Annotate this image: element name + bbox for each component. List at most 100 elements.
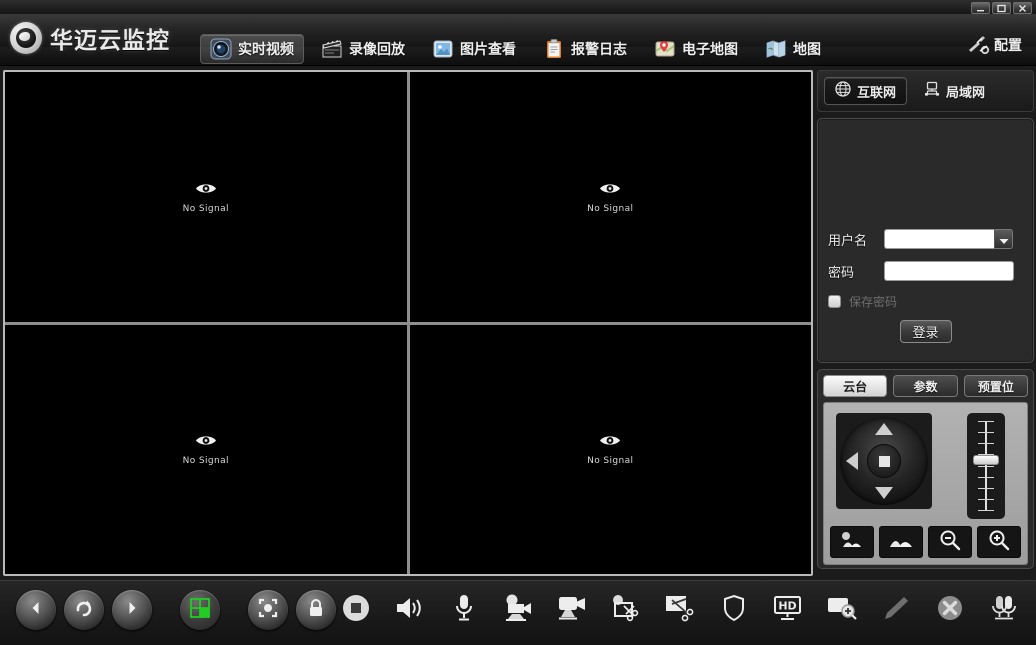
eye-icon xyxy=(195,180,217,199)
refresh-arrow-icon xyxy=(74,598,94,622)
folded-map-icon xyxy=(765,38,787,60)
tab-label: 互联网 xyxy=(857,85,897,101)
fullscreen-icon xyxy=(257,597,279,623)
screen-zoom-icon xyxy=(826,595,858,625)
tools-icon xyxy=(966,34,990,56)
minimize-button[interactable] xyxy=(971,2,990,14)
video-cell-2[interactable]: No Signal xyxy=(409,72,811,322)
clipboard-icon xyxy=(543,38,565,60)
record-camera-button[interactable] xyxy=(498,590,538,630)
password-input[interactable] xyxy=(884,261,1014,281)
lock-icon xyxy=(307,598,325,622)
hd-stream-button[interactable]: HD xyxy=(768,590,808,630)
bottom-toolbar: HD xyxy=(0,580,1036,645)
nav-item-alarm-log[interactable]: 报警日志 xyxy=(533,34,637,64)
auto-switch-button[interactable] xyxy=(64,590,104,630)
config-button[interactable]: 配置 xyxy=(966,34,1022,56)
ptz-tab-ptz[interactable]: 云台 xyxy=(823,375,888,397)
previous-page-button[interactable] xyxy=(16,590,56,630)
screen-cut-button[interactable] xyxy=(660,590,700,630)
save-password-label: 保存密码 xyxy=(849,295,898,309)
video-cell-4[interactable]: No Signal xyxy=(409,324,811,574)
username-input[interactable] xyxy=(884,229,994,249)
video-cell-1[interactable]: No Signal xyxy=(5,72,407,322)
fullscreen-button[interactable] xyxy=(248,590,288,630)
iris-button[interactable] xyxy=(830,526,874,558)
ptz-up-button[interactable] xyxy=(875,423,893,435)
username-dropdown-button[interactable] xyxy=(994,229,1013,249)
password-label: 密码 xyxy=(828,265,855,281)
next-page-button[interactable] xyxy=(112,590,152,630)
login-panel: 用户名 密码 保存密码 登录 xyxy=(817,118,1034,363)
ptz-left-button[interactable] xyxy=(846,452,858,470)
video-status-label: No Signal xyxy=(182,203,229,214)
layout-grid-button[interactable] xyxy=(180,590,220,630)
picture-icon xyxy=(432,38,454,60)
login-button[interactable]: 登录 xyxy=(899,320,952,343)
ptz-speed-thumb[interactable] xyxy=(973,454,999,465)
maximize-button[interactable] xyxy=(992,2,1011,14)
svg-text:HD: HD xyxy=(778,600,796,613)
pencil-icon xyxy=(882,595,910,625)
ptz-stop-button[interactable] xyxy=(867,444,901,478)
eye-icon xyxy=(599,432,621,451)
focus-button[interactable] xyxy=(879,526,923,558)
shield-icon xyxy=(722,594,746,626)
camera-lens-icon xyxy=(210,38,232,60)
nav-item-map[interactable]: 地图 xyxy=(755,34,831,64)
nav-item-playback[interactable]: 录像回放 xyxy=(311,34,415,64)
nav-item-emap[interactable]: 电子地图 xyxy=(644,34,748,64)
app-header: 华迈云监控 实时视频 录像回放 图片查看 报警日志 电子地图 地图 配置 xyxy=(0,14,1036,66)
nav-item-picture-view[interactable]: 图片查看 xyxy=(422,34,526,64)
ptz-panel: 云台 参数 预置位 xyxy=(817,369,1034,569)
audio-button[interactable] xyxy=(390,590,430,630)
ptz-speed-slider[interactable] xyxy=(967,413,1005,519)
video-status-label: No Signal xyxy=(587,203,634,214)
microphone-icon xyxy=(454,593,474,627)
talk-button[interactable] xyxy=(444,590,484,630)
globe-icon xyxy=(835,81,851,101)
logo-mark-icon xyxy=(10,22,42,54)
stop-all-button[interactable] xyxy=(336,590,376,630)
speaker-icon xyxy=(395,595,425,625)
ptz-tab-preset[interactable]: 预置位 xyxy=(963,375,1028,397)
close-button[interactable] xyxy=(1013,2,1032,14)
ptz-down-button[interactable] xyxy=(875,487,893,499)
app-logo: 华迈云监控 xyxy=(10,21,170,55)
eye-icon xyxy=(599,180,621,199)
lock-button[interactable] xyxy=(296,590,336,630)
tab-internet[interactable]: 互联网 xyxy=(824,77,908,105)
ptz-tab-params[interactable]: 参数 xyxy=(893,375,958,397)
zoom-in-icon xyxy=(988,529,1010,555)
ptz-dpad xyxy=(836,413,932,509)
snapshot-cut-button[interactable] xyxy=(606,590,646,630)
guard-button[interactable] xyxy=(714,590,754,630)
login-fields: 用户名 密码 保存密码 登录 xyxy=(818,229,1033,343)
nav-label: 地图 xyxy=(793,42,821,58)
video-cell-3[interactable]: No Signal xyxy=(5,324,407,574)
monitor-scissors-icon xyxy=(664,593,696,627)
zoom-in-button[interactable] xyxy=(977,526,1021,558)
video-grid-container: No Signal No Signal No Signal No Signal xyxy=(3,70,813,576)
nav-label: 报警日志 xyxy=(571,42,627,58)
main-nav: 实时视频 录像回放 图片查看 报警日志 电子地图 地图 xyxy=(200,34,838,64)
close-all-button[interactable] xyxy=(930,590,970,630)
emap-pin-icon xyxy=(654,38,676,60)
hd-monitor-icon: HD xyxy=(772,594,804,626)
nav-label: 电子地图 xyxy=(682,42,738,58)
digital-zoom-button[interactable] xyxy=(822,590,862,630)
multi-talk-button[interactable] xyxy=(984,590,1024,630)
window-controls xyxy=(971,2,1032,14)
draw-button[interactable] xyxy=(876,590,916,630)
clapperboard-icon xyxy=(321,38,343,60)
tab-lan[interactable]: 局域网 xyxy=(913,77,996,105)
nav-item-live-video[interactable]: 实时视频 xyxy=(200,34,304,64)
title-bar xyxy=(0,0,1036,14)
toolbar-main-group: HD xyxy=(336,590,1036,630)
ptz-lens-buttons xyxy=(830,526,1021,558)
local-record-button[interactable] xyxy=(552,590,592,630)
save-password-checkbox[interactable] xyxy=(828,295,841,308)
zoom-out-button[interactable] xyxy=(928,526,972,558)
stop-circle-icon xyxy=(341,593,371,627)
iris-icon xyxy=(840,530,864,554)
